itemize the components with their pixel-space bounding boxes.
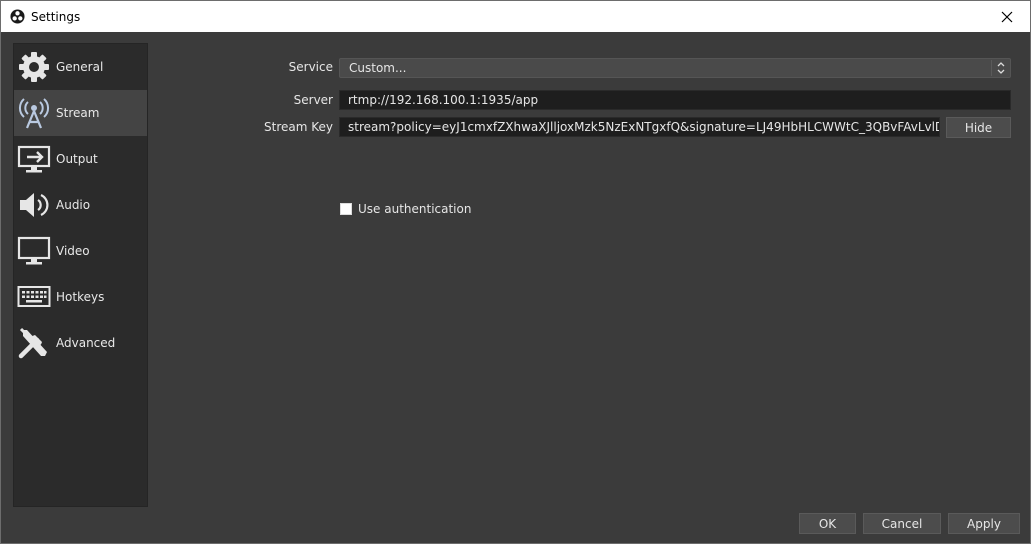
sidebar-item-label: Audio (56, 198, 91, 212)
sidebar-item-stream[interactable]: Stream (14, 90, 147, 136)
apply-button[interactable]: Apply (948, 513, 1020, 534)
sidebar-item-advanced[interactable]: Advanced (14, 320, 147, 366)
sidebar-item-general[interactable]: General (14, 44, 147, 90)
server-input[interactable]: rtmp://192.168.100.1:1935/app (339, 90, 1011, 110)
use-authentication-checkbox[interactable] (340, 203, 352, 215)
use-authentication-label: Use authentication (358, 202, 472, 216)
use-authentication-checkbox-row[interactable]: Use authentication (340, 201, 471, 217)
service-label: Service (288, 60, 333, 74)
hide-key-button[interactable]: Hide (946, 117, 1011, 138)
sidebar-item-hotkeys[interactable]: Hotkeys (14, 274, 147, 320)
sidebar-item-output[interactable]: Output (14, 136, 147, 182)
stream-key-input[interactable]: stream?policy=eyJ1cmxfZXhwaXJlljoxMzk5Nz… (339, 117, 940, 137)
service-select[interactable]: Custom... (339, 58, 1011, 78)
sidebar-item-label: Video (56, 244, 90, 258)
output-monitor-icon (16, 141, 52, 177)
stream-key-label: Stream Key (264, 120, 333, 134)
sidebar-item-label: Stream (56, 106, 100, 120)
service-value: Custom... (349, 61, 407, 75)
settings-window: Settings General Stream Output Audio Vid… (0, 0, 1031, 544)
cancel-button[interactable]: Cancel (863, 513, 941, 534)
keyboard-icon (16, 279, 52, 315)
sidebar-item-label: Hotkeys (56, 290, 105, 304)
updown-arrows-icon (991, 60, 1009, 76)
sidebar-item-audio[interactable]: Audio (14, 182, 147, 228)
ok-button[interactable]: OK (799, 513, 856, 534)
broadcast-antenna-icon (16, 95, 52, 131)
gear-icon (16, 49, 52, 85)
sidebar-item-label: Advanced (56, 336, 116, 350)
tools-icon (16, 325, 52, 361)
speaker-icon (16, 187, 52, 223)
sidebar-item-label: Output (56, 152, 98, 166)
close-icon (1001, 11, 1013, 22)
server-label: Server (293, 93, 333, 107)
window-title: Settings (31, 9, 81, 24)
obs-logo-icon (9, 9, 25, 25)
title-bar: Settings (1, 1, 1030, 32)
settings-sidebar: General Stream Output Audio Video Hotkey… (13, 43, 148, 507)
close-button[interactable] (984, 1, 1030, 32)
sidebar-item-video[interactable]: Video (14, 228, 147, 274)
sidebar-item-label: General (56, 60, 104, 74)
monitor-icon (16, 233, 52, 269)
